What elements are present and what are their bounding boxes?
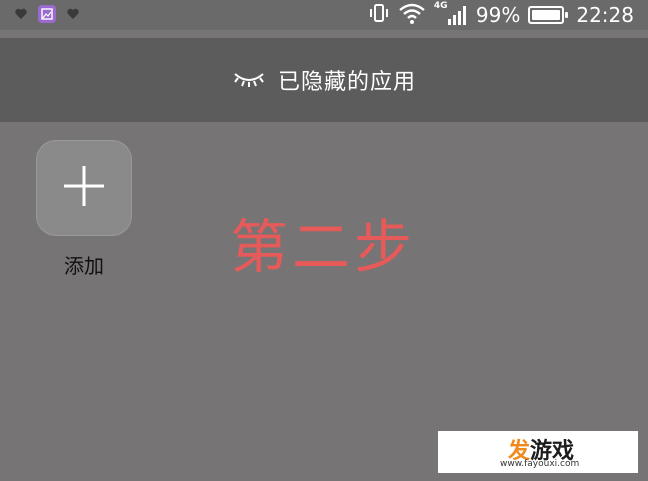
wifi-icon — [398, 2, 426, 28]
hidden-apps-header: 已隐藏的应用 — [0, 38, 648, 122]
add-app-button[interactable] — [36, 140, 132, 236]
add-app-label: 添加 — [64, 254, 104, 278]
battery-fill — [532, 10, 561, 20]
battery-icon — [528, 6, 569, 24]
heart-notification-icon — [66, 7, 80, 21]
plus-icon — [61, 163, 107, 213]
heart-notification-icon — [14, 7, 28, 21]
site-watermark: 发游戏 www.fayouxi.com — [438, 431, 638, 473]
gallery-icon — [38, 5, 56, 23]
step-annotation: 第二步 — [230, 213, 417, 281]
signal-icon: 4G — [434, 1, 468, 27]
notification-icons — [14, 4, 80, 24]
page-title: 已隐藏的应用 — [277, 70, 416, 95]
status-bar: 4G 99% 22:28 — [0, 0, 648, 30]
battery-percent: 99% — [475, 3, 521, 27]
watermark-url: www.fayouxi.com — [500, 459, 580, 469]
status-right: 4G 99% 22:28 — [368, 0, 634, 30]
closed-eye-icon — [232, 68, 266, 92]
vibrate-icon — [368, 2, 390, 28]
status-time: 22:28 — [576, 3, 634, 27]
